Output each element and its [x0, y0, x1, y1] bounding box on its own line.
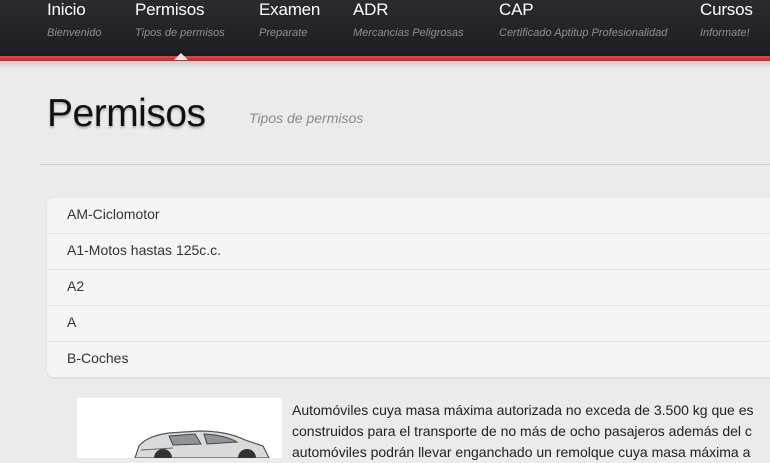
- description-line: Automóviles cuya masa máxima autorizada …: [292, 402, 754, 418]
- nav-item-cursos[interactable]: Cursos Informate!: [700, 0, 753, 40]
- nav-sublabel: Informate!: [700, 27, 750, 39]
- car-image: [77, 398, 282, 458]
- permit-item-a2[interactable]: A2: [47, 270, 770, 306]
- nav-sublabel: Certificado Aptitup Profesionalidad: [499, 27, 668, 39]
- permit-item-a[interactable]: A: [47, 306, 770, 342]
- active-nav-pointer-icon: [174, 53, 188, 60]
- nav-item-inicio[interactable]: Inicio Bienvenido: [47, 0, 102, 40]
- description-line: construidos para el transporte de no más…: [292, 423, 752, 439]
- top-navigation-bar: Inicio Bienvenido Permisos Tipos de perm…: [0, 0, 770, 56]
- car-illustration-icon: [134, 430, 270, 458]
- nav-sublabel: Bienvenido: [47, 27, 102, 39]
- nav-item-cap[interactable]: CAP Certificado Aptitup Profesionalidad: [499, 0, 668, 40]
- nav-label: Inicio: [47, 0, 86, 19]
- nav-label: Examen: [259, 0, 321, 19]
- permit-item-b[interactable]: B-Coches: [47, 342, 770, 377]
- nav-item-examen[interactable]: Examen Preparate: [259, 0, 321, 40]
- permits-list: AM-Ciclomotor A1-Motos hastas 125c.c. A2…: [47, 198, 770, 377]
- page-subtitle: Tipos de permisos: [249, 110, 364, 126]
- permit-item-am[interactable]: AM-Ciclomotor: [47, 198, 770, 234]
- permit-item-a1[interactable]: A1-Motos hastas 125c.c.: [47, 234, 770, 270]
- permit-description: Automóviles cuya masa máxima autorizada …: [292, 400, 770, 463]
- nav-item-adr[interactable]: ADR Mercancias Peligrosas: [353, 0, 464, 40]
- nav-label: ADR: [353, 0, 389, 19]
- nav-item-permisos[interactable]: Permisos Tipos de permisos: [135, 0, 225, 40]
- nav-sublabel: Preparate: [259, 27, 308, 39]
- page-title: Permisos: [47, 92, 206, 135]
- nav-label: Permisos: [135, 0, 205, 19]
- nav-sublabel: Mercancias Peligrosas: [353, 27, 464, 39]
- nav-label: Cursos: [700, 0, 753, 19]
- nav-label: CAP: [499, 0, 534, 19]
- nav-sublabel: Tipos de permisos: [135, 27, 225, 39]
- title-divider: [40, 164, 770, 165]
- header-shadow: [0, 61, 770, 69]
- description-line: automóviles podrán llevar enganchado un …: [292, 444, 751, 460]
